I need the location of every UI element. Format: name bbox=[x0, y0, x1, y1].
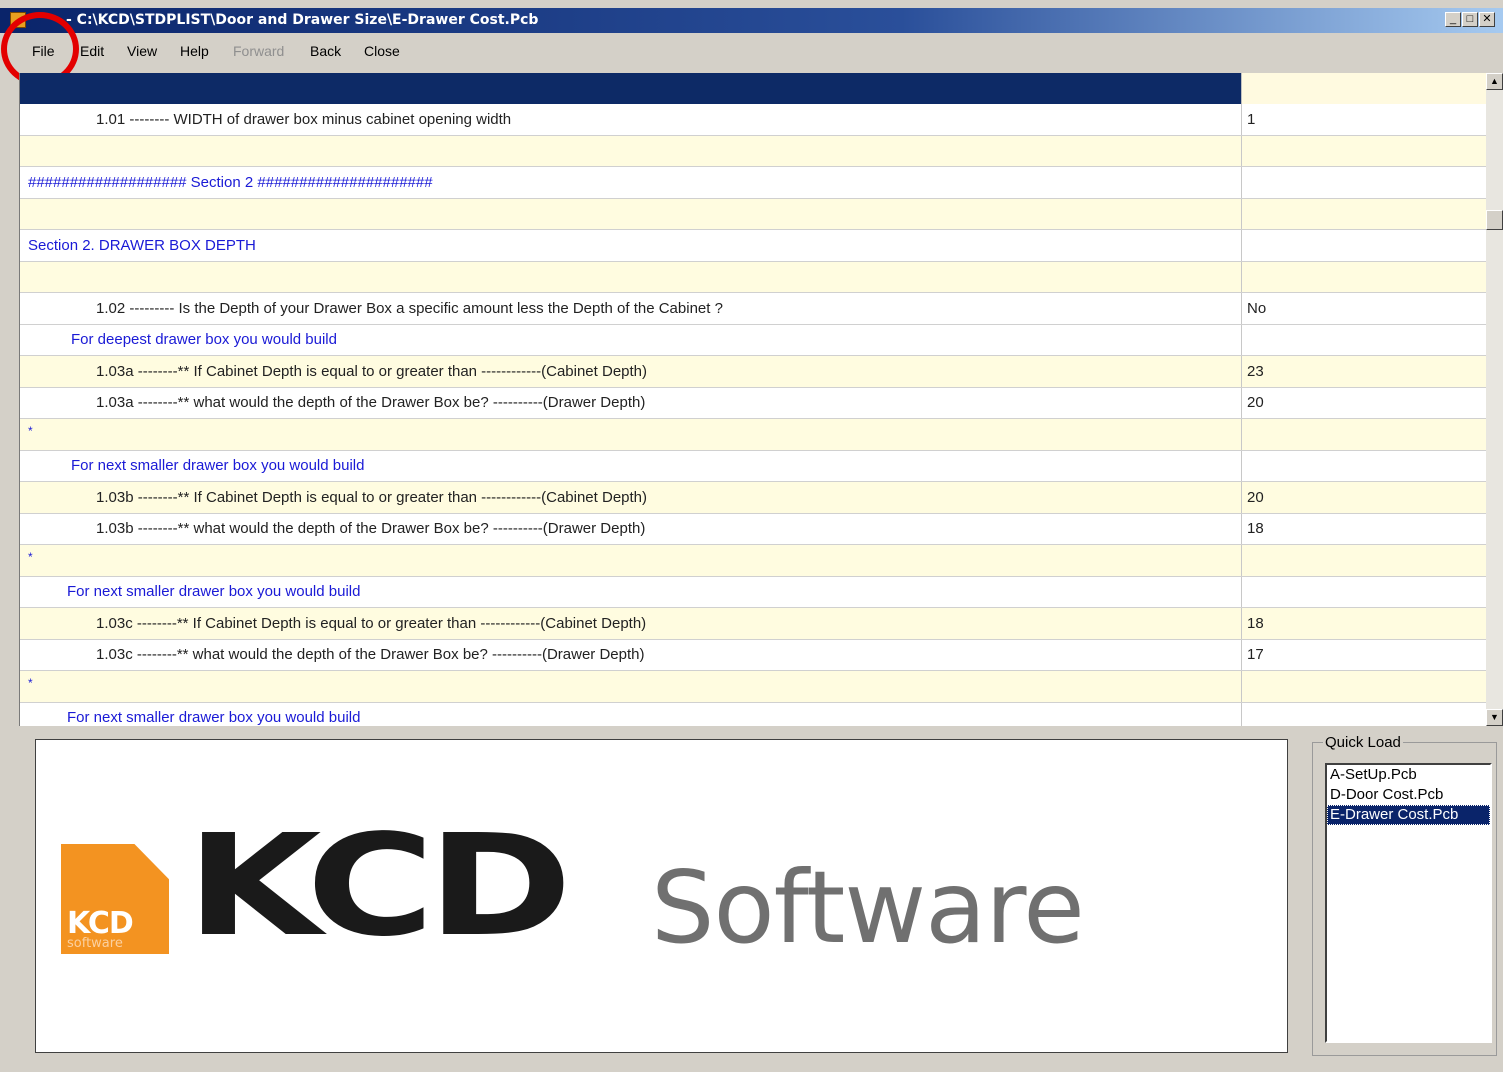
quick-load-title: Quick Load bbox=[1323, 734, 1403, 751]
menu-close[interactable]: Close bbox=[364, 43, 400, 59]
menu-bar: File Edit View Help Forward Back Close bbox=[0, 33, 1503, 69]
row-value[interactable]: 17 bbox=[1241, 639, 1487, 670]
row-value[interactable] bbox=[1241, 261, 1487, 292]
scroll-thumb[interactable] bbox=[1486, 210, 1503, 230]
section-title: Section 2. DRAWER BOX DEPTH bbox=[28, 236, 256, 254]
row-value[interactable] bbox=[1241, 450, 1487, 481]
row-value[interactable] bbox=[1241, 167, 1487, 198]
row-value[interactable]: 23 bbox=[1241, 356, 1487, 387]
maximize-button[interactable]: □ bbox=[1462, 12, 1478, 27]
row-value[interactable]: 20 bbox=[1241, 482, 1487, 513]
minimize-button[interactable]: _ bbox=[1445, 12, 1461, 27]
group-label: For next smaller drawer box you would bu… bbox=[71, 457, 365, 475]
quick-load-list[interactable]: A-SetUp.Pcb D-Door Cost.Pcb E-Drawer Cos… bbox=[1325, 763, 1492, 1043]
logo-mark-software-text: software bbox=[67, 936, 123, 951]
row-value[interactable] bbox=[1241, 198, 1487, 229]
logo-panel: KCD software KCD Software bbox=[35, 739, 1288, 1053]
menu-back[interactable]: Back bbox=[310, 43, 341, 59]
app-icon[interactable] bbox=[10, 12, 26, 28]
row-text bbox=[20, 136, 1241, 167]
section-header: ################### Section 2 ##########… bbox=[28, 173, 433, 191]
table-row[interactable]: For next smaller drawer box you would bu… bbox=[20, 450, 1487, 482]
row-text: 1.03b --------** what would the depth of… bbox=[96, 520, 646, 538]
group-label: For next smaller drawer box you would bu… bbox=[67, 583, 361, 601]
group-label: For deepest drawer box you would build bbox=[71, 331, 337, 349]
menu-help[interactable]: Help bbox=[180, 43, 209, 59]
quick-load-item[interactable]: D-Door Cost.Pcb bbox=[1327, 785, 1490, 805]
row-text bbox=[20, 262, 1241, 293]
menu-edit[interactable]: Edit bbox=[80, 43, 104, 59]
row-text: 1.03c --------** If Cabinet Depth is equ… bbox=[96, 614, 647, 632]
scroll-up-button[interactable]: ▲ bbox=[1486, 73, 1503, 90]
grid-header-description bbox=[20, 73, 1241, 104]
row-text: 1.03a --------** If Cabinet Depth is equ… bbox=[96, 362, 648, 380]
separator-star: * bbox=[28, 676, 33, 690]
row-value[interactable]: 18 bbox=[1241, 608, 1487, 639]
table-row[interactable]: * bbox=[20, 419, 1487, 451]
table-row[interactable]: 1.03a --------** If Cabinet Depth is equ… bbox=[20, 356, 1487, 388]
row-value[interactable] bbox=[1241, 702, 1487, 726]
table-row[interactable]: For deepest drawer box you would build bbox=[20, 324, 1487, 356]
row-value[interactable] bbox=[1241, 324, 1487, 355]
settings-grid: 1.01 -------- WIDTH of drawer box minus … bbox=[19, 73, 1487, 726]
table-row[interactable]: Section 2. DRAWER BOX DEPTH bbox=[20, 230, 1487, 262]
row-value[interactable] bbox=[1241, 545, 1487, 576]
row-value[interactable] bbox=[1241, 230, 1487, 261]
table-row[interactable]: 1.03b --------** If Cabinet Depth is equ… bbox=[20, 482, 1487, 514]
table-row[interactable]: 1.03a --------** what would the depth of… bbox=[20, 387, 1487, 419]
table-row[interactable]: 1.03b --------** what would the depth of… bbox=[20, 513, 1487, 545]
group-label: For next smaller drawer box you would bu… bbox=[67, 709, 361, 726]
grid-header bbox=[20, 73, 1487, 104]
logo-kcd-text: KCD bbox=[186, 805, 572, 968]
title-bar: - C:\KCD\STDPLIST\Door and Drawer Size\E… bbox=[0, 8, 1503, 33]
close-window-button[interactable]: ✕ bbox=[1479, 12, 1495, 27]
table-row[interactable] bbox=[20, 135, 1487, 167]
quick-load-item[interactable]: A-SetUp.Pcb bbox=[1327, 765, 1490, 785]
menu-file[interactable]: File bbox=[32, 43, 55, 59]
table-row[interactable]: For next smaller drawer box you would bu… bbox=[20, 576, 1487, 608]
row-value[interactable] bbox=[1241, 671, 1487, 702]
row-value[interactable]: 18 bbox=[1241, 513, 1487, 544]
separator-star: * bbox=[28, 424, 33, 438]
scroll-down-button[interactable]: ▼ bbox=[1486, 709, 1503, 726]
menu-view[interactable]: View bbox=[127, 43, 157, 59]
row-text: 1.03a --------** what would the depth of… bbox=[96, 394, 646, 412]
table-row[interactable]: * bbox=[20, 671, 1487, 703]
window-title: - C:\KCD\STDPLIST\Door and Drawer Size\E… bbox=[66, 12, 539, 28]
table-row[interactable]: For next smaller drawer box you would bu… bbox=[20, 702, 1487, 726]
menu-forward[interactable]: Forward bbox=[233, 43, 284, 59]
row-value[interactable]: 20 bbox=[1241, 387, 1487, 418]
quick-load-item-selected[interactable]: E-Drawer Cost.Pcb bbox=[1327, 805, 1490, 825]
vertical-scrollbar[interactable]: ▲ ▼ bbox=[1486, 73, 1503, 726]
table-row[interactable]: ################### Section 2 ##########… bbox=[20, 167, 1487, 199]
table-row[interactable]: 1.03c --------** If Cabinet Depth is equ… bbox=[20, 608, 1487, 640]
row-text: 1.03c --------** what would the depth of… bbox=[96, 646, 645, 664]
table-row[interactable]: 1.02 --------- Is the Depth of your Draw… bbox=[20, 293, 1487, 325]
row-value[interactable] bbox=[1241, 419, 1487, 450]
row-text: 1.03b --------** If Cabinet Depth is equ… bbox=[96, 488, 648, 506]
row-value[interactable] bbox=[1241, 135, 1487, 166]
table-row[interactable]: 1.03c --------** what would the depth of… bbox=[20, 639, 1487, 671]
row-value[interactable]: 1 bbox=[1241, 104, 1487, 135]
table-row[interactable] bbox=[20, 261, 1487, 293]
logo-software-text: Software bbox=[651, 849, 1085, 966]
table-row[interactable]: * bbox=[20, 545, 1487, 577]
row-value[interactable] bbox=[1241, 576, 1487, 607]
row-text bbox=[20, 199, 1241, 230]
row-text: 1.02 --------- Is the Depth of your Draw… bbox=[96, 299, 723, 317]
kcd-logo-mark: KCD software bbox=[61, 844, 169, 954]
table-row[interactable] bbox=[20, 198, 1487, 230]
row-text: 1.01 -------- WIDTH of drawer box minus … bbox=[96, 110, 512, 128]
grid-header-value bbox=[1241, 73, 1487, 104]
separator-star: * bbox=[28, 550, 33, 564]
table-row[interactable]: 1.01 -------- WIDTH of drawer box minus … bbox=[20, 104, 1487, 136]
row-value[interactable]: No bbox=[1241, 293, 1487, 324]
